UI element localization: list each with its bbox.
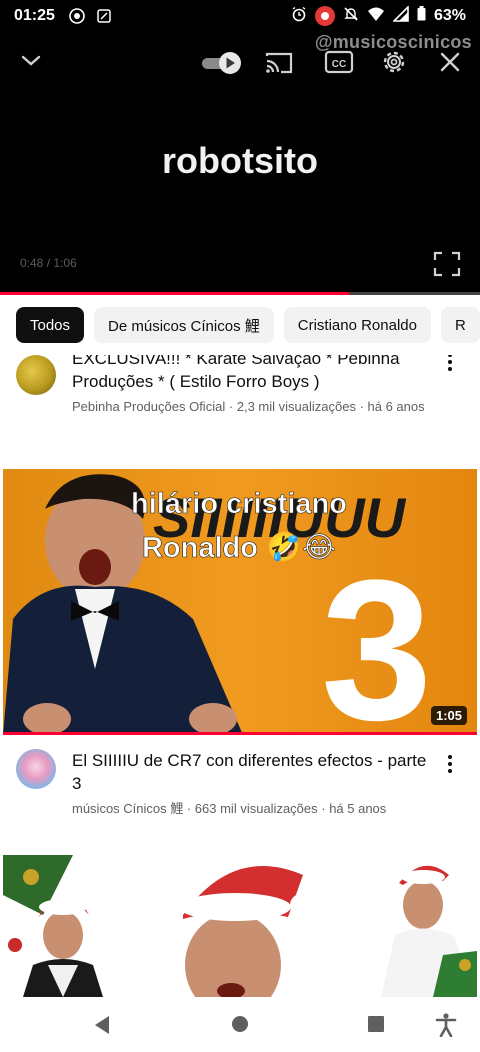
record-notification-icon — [69, 8, 85, 24]
thumbnail-artwork — [3, 855, 477, 997]
video-player[interactable]: @musicoscinicos CC robotsito 0:48 / 1:06 — [0, 32, 480, 295]
recents-icon[interactable] — [367, 1015, 385, 1038]
chip-all[interactable]: Todos — [16, 307, 85, 343]
watched-progress-bar — [3, 732, 477, 735]
more-options-icon[interactable] — [448, 755, 452, 776]
chip-cristiano-ronaldo[interactable]: Cristiano Ronaldo — [283, 307, 431, 343]
more-options-icon[interactable] — [448, 355, 452, 374]
video-title[interactable]: EXCLUSIVA!!! * Karate Salvação * Pebinha… — [72, 355, 440, 393]
fullscreen-icon[interactable] — [432, 250, 462, 283]
status-time: 01:25 — [14, 7, 55, 24]
back-icon[interactable] — [93, 1015, 111, 1040]
thumbnail-number: 3 — [321, 539, 432, 735]
status-icons: 63% — [291, 4, 466, 27]
accessibility-icon[interactable] — [435, 1013, 457, 1042]
chip-partial[interactable]: R — [440, 307, 480, 343]
signal-icon — [392, 4, 409, 27]
video-metadata: Pebinha Produções Oficial · 2,3 mil visu… — [72, 399, 425, 414]
video-thumbnail[interactable] — [3, 855, 477, 997]
video-thumbnail[interactable]: SIIIIIIUUU 3 hilário cristiano Ronaldo 🤣… — [3, 469, 477, 735]
filter-chips: Todos De músicos Cínicos 鯉 Cristiano Ron… — [0, 295, 480, 355]
video-caption-text: robotsito — [162, 140, 318, 181]
mute-icon — [343, 6, 359, 27]
captions-icon[interactable]: CC — [324, 48, 354, 81]
list-item[interactable]: El SIIIIIU de CR7 con diferentes efectos… — [0, 749, 480, 818]
wifi-icon — [367, 6, 385, 27]
thumbnail-artwork: SIIIIIIUUU 3 hilário cristiano Ronaldo 🤣… — [3, 474, 432, 735]
minimize-chevron-icon[interactable] — [18, 50, 44, 75]
video-feed: EXCLUSIVA!!! * Karate Salvação * Pebinha… — [0, 355, 480, 997]
cast-icon[interactable] — [264, 50, 294, 81]
thumbnail-caption-line-2: Ronaldo 🤣😂 — [142, 530, 336, 566]
channel-avatar[interactable] — [16, 749, 56, 789]
video-title[interactable]: El SIIIIIU de CR7 con diferentes efectos… — [72, 749, 440, 795]
home-icon[interactable] — [231, 1015, 249, 1038]
chip-from-channel[interactable]: De músicos Cínicos 鯉 — [94, 307, 274, 343]
system-nav-bar — [0, 997, 480, 1052]
screen-record-icon — [314, 6, 335, 26]
autoplay-toggle-icon[interactable] — [200, 50, 244, 81]
thumbnail-caption-line-1: hilário cristiano — [131, 488, 347, 520]
battery-icon — [417, 6, 426, 26]
battery-level: 63% — [433, 7, 466, 24]
settings-gear-icon[interactable] — [380, 48, 408, 81]
list-item[interactable]: EXCLUSIVA!!! * Karate Salvação * Pebinha… — [0, 355, 480, 416]
channel-avatar[interactable] — [16, 355, 56, 395]
video-metadata: músicos Cínicos 鯉 · 663 mil visualizaçõe… — [72, 801, 387, 816]
svg-text:CC: CC — [332, 59, 346, 70]
status-bar: 01:25 63% — [0, 0, 480, 32]
close-icon[interactable] — [438, 50, 462, 79]
notification-icon — [97, 9, 111, 23]
video-duration: 1:05 — [430, 706, 467, 725]
playback-time: 0:48 / 1:06 — [20, 256, 77, 270]
alarm-icon — [291, 6, 307, 27]
